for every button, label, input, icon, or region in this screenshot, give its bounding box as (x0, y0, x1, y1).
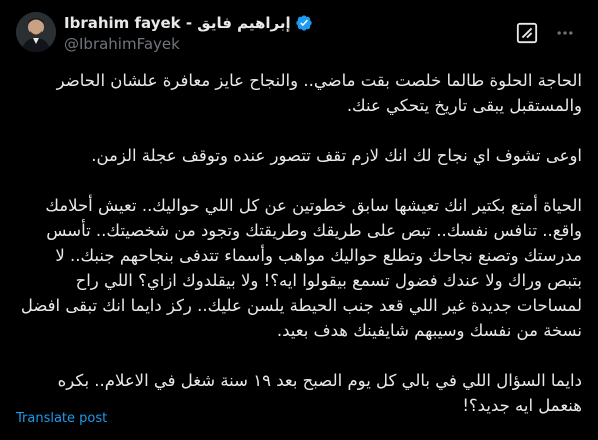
avatar[interactable] (16, 12, 56, 52)
display-name-row[interactable]: Ibrahim fayek - إبراهيم فايق (64, 13, 313, 33)
tweet-card: Ibrahim fayek - إبراهيم فايق @IbrahimFay… (0, 0, 598, 440)
author-names: Ibrahim fayek - إبراهيم فايق @IbrahimFay… (64, 13, 313, 54)
tweet-header: Ibrahim fayek - إبراهيم فايق @IbrahimFay… (16, 12, 582, 56)
tweet-text: الحاجة الحلوة طالما خلصت بقت ماضي.. والن… (16, 68, 582, 418)
translate-post-link[interactable]: Translate post (16, 411, 107, 426)
tweet-paragraph: اوعى تشوف اي نجاح لك انك لازم تقف تتصور … (91, 146, 582, 165)
tweet-paragraph: الحاجة الحلوة طالما خلصت بقت ماضي.. والن… (56, 71, 582, 115)
more-options-button[interactable] (554, 22, 576, 44)
display-name[interactable]: Ibrahim fayek - إبراهيم فايق (64, 14, 291, 32)
avatar-photo-icon (16, 12, 56, 52)
grok-icon (516, 22, 538, 44)
verified-badge-icon (295, 14, 313, 32)
more-dots-icon (557, 31, 573, 35)
user-handle[interactable]: @IbrahimFayek (64, 34, 313, 54)
tweet-paragraph: الحياة أمتع بكتير انك تعيشها سابق خطوتين… (20, 196, 582, 340)
grok-button[interactable] (516, 22, 538, 44)
